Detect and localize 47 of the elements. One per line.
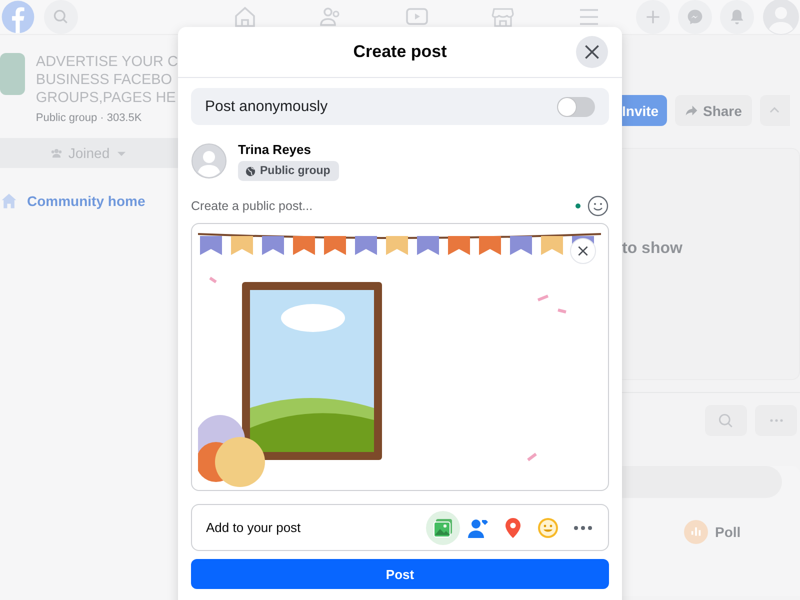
photo-button[interactable]	[426, 510, 460, 544]
create-button[interactable]	[636, 0, 670, 34]
logo-icon[interactable]	[0, 0, 36, 35]
close-icon	[577, 245, 589, 257]
composer-field[interactable]	[622, 466, 782, 498]
search-icon	[717, 412, 735, 430]
chat-bubble-icon	[686, 8, 704, 26]
share-arrow-icon	[685, 104, 698, 117]
search-button[interactable]	[705, 405, 747, 436]
more-icon	[574, 526, 592, 530]
store-icon[interactable]	[491, 5, 515, 29]
author-name: Trina Reyes	[238, 142, 311, 157]
community-home-link[interactable]: Community home	[27, 193, 146, 209]
share-button[interactable]: Share	[675, 95, 752, 126]
globe-icon	[245, 166, 256, 176]
empty-message: to show	[622, 240, 682, 258]
group-meta: Public group · 303.5K	[36, 112, 143, 124]
dialog-title: Create post	[353, 42, 447, 62]
bell-icon	[728, 8, 746, 26]
poll-icon	[684, 520, 708, 544]
smiley-icon	[536, 516, 560, 540]
add-to-post-label: Add to your post	[206, 520, 301, 535]
close-button[interactable]	[576, 36, 608, 68]
anonymous-toggle[interactable]	[557, 96, 595, 116]
audience-button[interactable]: Public group	[238, 161, 340, 181]
status-dot-icon	[575, 203, 581, 209]
group-cover-thumbnail	[0, 53, 25, 95]
post-button[interactable]: Post	[191, 559, 609, 589]
invite-button[interactable]: Invite	[622, 95, 667, 126]
notifications-button[interactable]	[720, 0, 754, 34]
anonymous-label: Post anonymously	[205, 98, 328, 115]
poll-button[interactable]: Poll	[715, 524, 741, 540]
home-icon[interactable]	[233, 5, 257, 29]
search-icon	[52, 8, 70, 26]
emoji-icon[interactable]	[587, 195, 609, 217]
group-title: GROUPS,PAGES HE	[36, 89, 177, 107]
group-title: BUSINESS FACEBO	[36, 71, 174, 89]
group-title: ADVERTISE YOUR C	[36, 53, 178, 71]
people-icon	[50, 146, 64, 160]
plus-icon	[644, 8, 662, 26]
avatar-icon	[191, 143, 227, 179]
messenger-button[interactable]	[678, 0, 712, 34]
more-icon	[770, 419, 782, 422]
home-icon	[0, 192, 18, 210]
search-button[interactable]	[44, 0, 78, 34]
close-icon	[583, 43, 601, 61]
collapse-button[interactable]	[760, 95, 790, 126]
